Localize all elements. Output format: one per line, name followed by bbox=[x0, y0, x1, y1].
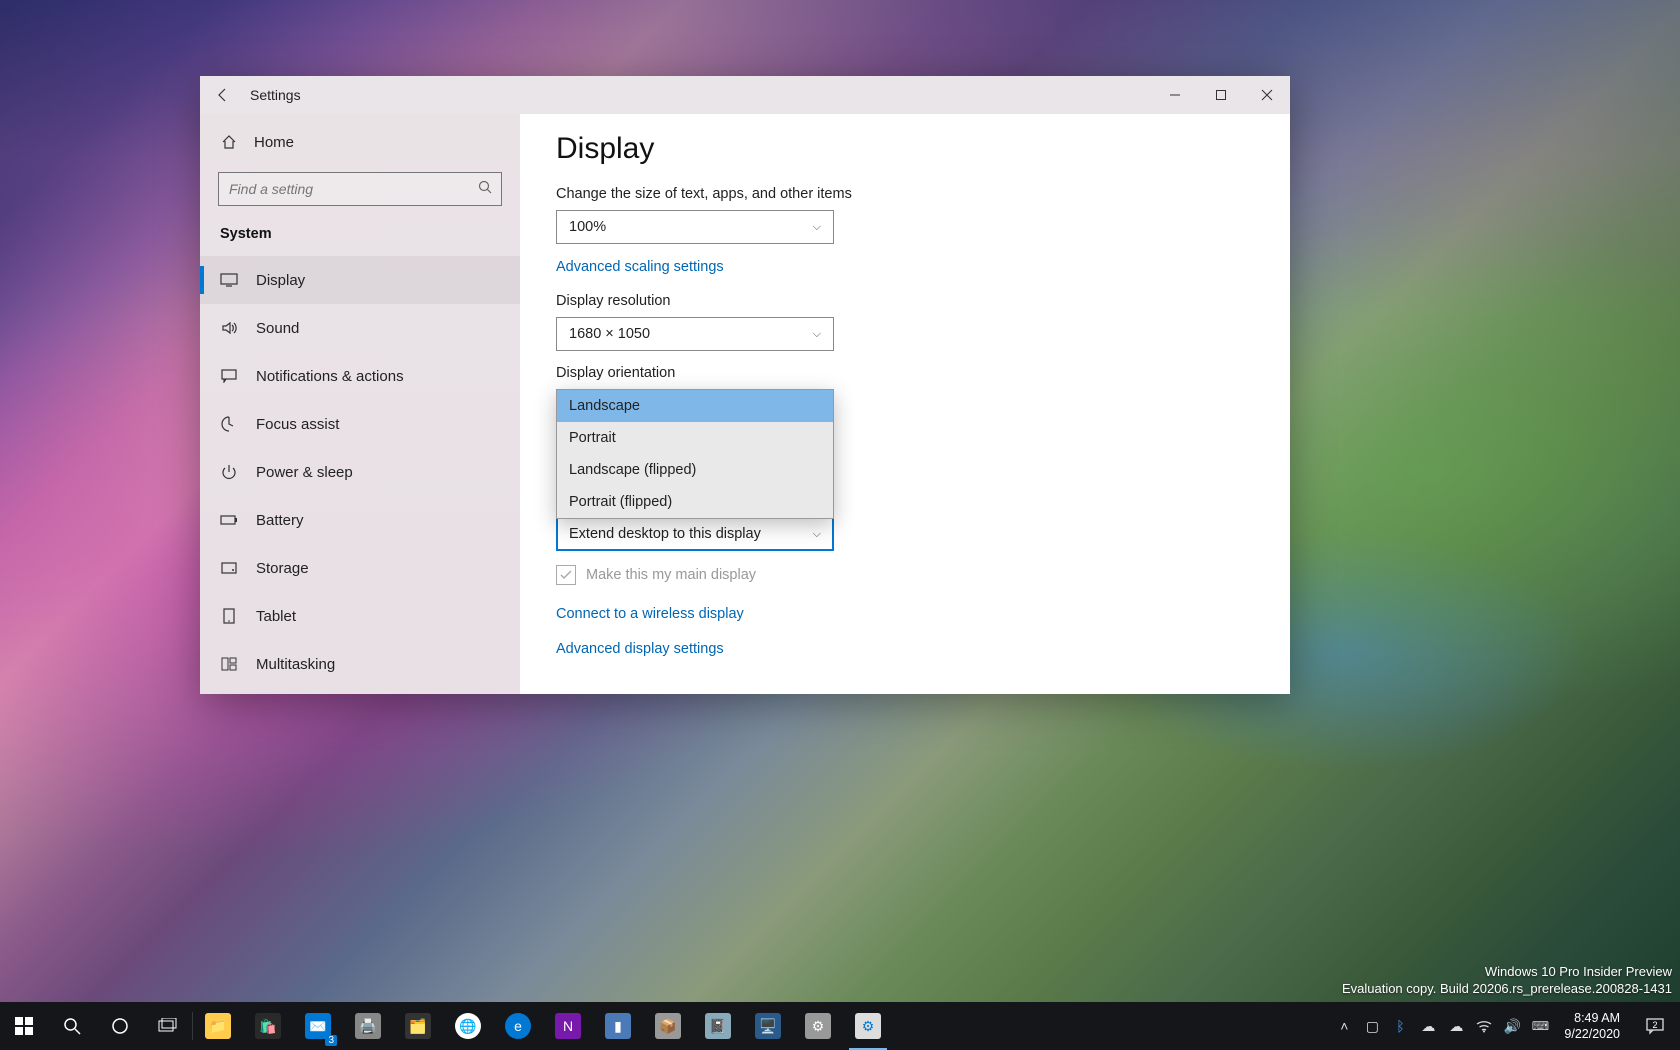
advanced-scaling-link[interactable]: Advanced scaling settings bbox=[556, 259, 724, 275]
taskbar-app-explorer[interactable]: 📁 bbox=[193, 1002, 243, 1050]
sidebar-item-sound[interactable]: Sound bbox=[200, 304, 520, 352]
sidebar-item-label: Power & sleep bbox=[256, 464, 353, 481]
sidebar-item-multitask[interactable]: Multitasking bbox=[200, 640, 520, 688]
sidebar-item-label: Display bbox=[256, 272, 305, 289]
close-button[interactable] bbox=[1244, 76, 1290, 114]
sidebar-item-label: Battery bbox=[256, 512, 304, 529]
power-icon bbox=[220, 464, 238, 480]
taskbar-app-vdesktop[interactable]: 🗂️ bbox=[393, 1002, 443, 1050]
sidebar-item-focus[interactable]: Focus assist bbox=[200, 400, 520, 448]
home-label: Home bbox=[254, 134, 294, 151]
minimize-button[interactable] bbox=[1152, 76, 1198, 114]
tray-chevron-icon[interactable]: ˄ bbox=[1330, 1002, 1358, 1050]
orientation-label: Display orientation bbox=[556, 365, 1254, 381]
sidebar-item-tablet[interactable]: Tablet bbox=[200, 592, 520, 640]
sidebar-item-notifications[interactable]: Notifications & actions bbox=[200, 352, 520, 400]
sidebar-item-display[interactable]: Display bbox=[200, 256, 520, 304]
taskbar-app-generic3[interactable]: 📓 bbox=[693, 1002, 743, 1050]
checkbox-icon bbox=[556, 565, 576, 585]
taskbar-app-generic5[interactable]: ⚙ bbox=[793, 1002, 843, 1050]
tray-onedrive-icon[interactable]: ☁ bbox=[1414, 1002, 1442, 1050]
chevron-down-icon: ⌵ bbox=[813, 221, 821, 234]
taskbar-app-generic2[interactable]: 📦 bbox=[643, 1002, 693, 1050]
tray-language-icon[interactable]: ⌨ bbox=[1526, 1002, 1554, 1050]
orientation-option[interactable]: Landscape (flipped) bbox=[557, 454, 833, 486]
chevron-down-icon: ⌵ bbox=[813, 328, 821, 341]
tray-wifi-icon[interactable] bbox=[1470, 1002, 1498, 1050]
action-center-button[interactable]: 2 bbox=[1630, 1002, 1680, 1050]
sidebar-item-label: Sound bbox=[256, 320, 299, 337]
taskbar-app-generic1[interactable]: ▮ bbox=[593, 1002, 643, 1050]
sidebar-item-label: Focus assist bbox=[256, 416, 339, 433]
window-title: Settings bbox=[250, 87, 301, 103]
sidebar-item-label: Tablet bbox=[256, 608, 296, 625]
taskbar-app-settings[interactable]: ⚙ bbox=[843, 1002, 893, 1050]
resolution-dropdown[interactable]: 1680 × 1050 ⌵ bbox=[556, 317, 834, 351]
notifications-icon bbox=[220, 369, 238, 383]
storage-icon bbox=[220, 562, 238, 574]
taskbar-app-scanner[interactable]: 🖨️ bbox=[343, 1002, 393, 1050]
tray-volume-icon[interactable]: 🔊 bbox=[1498, 1002, 1526, 1050]
settings-sidebar: Home System Display Sound Notifications & … bbox=[200, 114, 520, 694]
sidebar-item-label: Storage bbox=[256, 560, 309, 577]
chevron-down-icon: ⌵ bbox=[813, 528, 821, 541]
orientation-option[interactable]: Portrait (flipped) bbox=[557, 486, 833, 518]
titlebar[interactable]: Settings bbox=[200, 76, 1290, 114]
multiple-displays-dropdown[interactable]: Extend desktop to this display ⌵ bbox=[556, 517, 834, 551]
sidebar-item-label: Multitasking bbox=[256, 656, 335, 673]
taskbar-app-onenote[interactable]: N bbox=[543, 1002, 593, 1050]
taskbar-clock[interactable]: 8:49 AM 9/22/2020 bbox=[1554, 1010, 1630, 1043]
settings-window: Settings Home bbox=[200, 76, 1290, 694]
orientation-dropdown-open[interactable]: LandscapePortraitLandscape (flipped)Port… bbox=[556, 389, 834, 519]
cortana-button[interactable] bbox=[96, 1002, 144, 1050]
page-title: Display bbox=[556, 132, 1254, 166]
scale-dropdown[interactable]: 100% ⌵ bbox=[556, 210, 834, 244]
taskbar-app-mail[interactable]: ✉️ 3 bbox=[293, 1002, 343, 1050]
maximize-button[interactable] bbox=[1198, 76, 1244, 114]
settings-content: Display Change the size of text, apps, a… bbox=[520, 114, 1290, 694]
sidebar-item-label: Notifications & actions bbox=[256, 368, 404, 385]
multitask-icon bbox=[220, 657, 238, 671]
orientation-option[interactable]: Portrait bbox=[557, 422, 833, 454]
task-view-button[interactable] bbox=[144, 1002, 192, 1050]
resolution-label: Display resolution bbox=[556, 293, 1254, 309]
tablet-icon bbox=[220, 608, 238, 624]
advanced-display-link[interactable]: Advanced display settings bbox=[556, 641, 724, 657]
taskbar: 📁 🛍️ ✉️ 3 🖨️ 🗂️ 🌐 e N ▮ 📦 📓 🖥️ ⚙ ⚙ ˄ ▢ ᛒ… bbox=[0, 1002, 1680, 1050]
tray-bluetooth-icon[interactable]: ᛒ bbox=[1386, 1002, 1414, 1050]
display-icon bbox=[220, 273, 238, 287]
taskbar-app-generic4[interactable]: 🖥️ bbox=[743, 1002, 793, 1050]
home-icon bbox=[220, 134, 238, 150]
taskbar-app-edge[interactable]: e bbox=[493, 1002, 543, 1050]
orientation-option[interactable]: Landscape bbox=[557, 390, 833, 422]
home-nav[interactable]: Home bbox=[200, 120, 520, 164]
search-input[interactable] bbox=[218, 172, 502, 206]
tray-meet-icon[interactable]: ▢ bbox=[1358, 1002, 1386, 1050]
sidebar-item-storage[interactable]: Storage bbox=[200, 544, 520, 592]
start-button[interactable] bbox=[0, 1002, 48, 1050]
back-button[interactable] bbox=[200, 76, 246, 114]
taskbar-app-chrome[interactable]: 🌐 bbox=[443, 1002, 493, 1050]
tray-onedrive2-icon[interactable]: ☁ bbox=[1442, 1002, 1470, 1050]
main-display-checkbox: Make this my main display bbox=[556, 565, 1254, 585]
battery-icon bbox=[220, 514, 238, 526]
wireless-display-link[interactable]: Connect to a wireless display bbox=[556, 606, 744, 622]
sidebar-item-battery[interactable]: Battery bbox=[200, 496, 520, 544]
search-icon bbox=[478, 180, 492, 194]
scale-label: Change the size of text, apps, and other… bbox=[556, 186, 1254, 202]
sidebar-item-power[interactable]: Power & sleep bbox=[200, 448, 520, 496]
build-watermark: Windows 10 Pro Insider Preview Evaluatio… bbox=[1342, 963, 1672, 998]
system-tray: ˄ ▢ ᛒ ☁ ☁ 🔊 ⌨ 8:49 AM 9/22/2020 2 bbox=[1330, 1002, 1680, 1050]
desktop-wallpaper: Windows 10 Pro Insider Preview Evaluatio… bbox=[0, 0, 1680, 1050]
focus-icon bbox=[220, 416, 238, 432]
taskbar-app-store[interactable]: 🛍️ bbox=[243, 1002, 293, 1050]
sound-icon bbox=[220, 320, 238, 336]
category-heading: System bbox=[200, 210, 520, 256]
search-button[interactable] bbox=[48, 1002, 96, 1050]
